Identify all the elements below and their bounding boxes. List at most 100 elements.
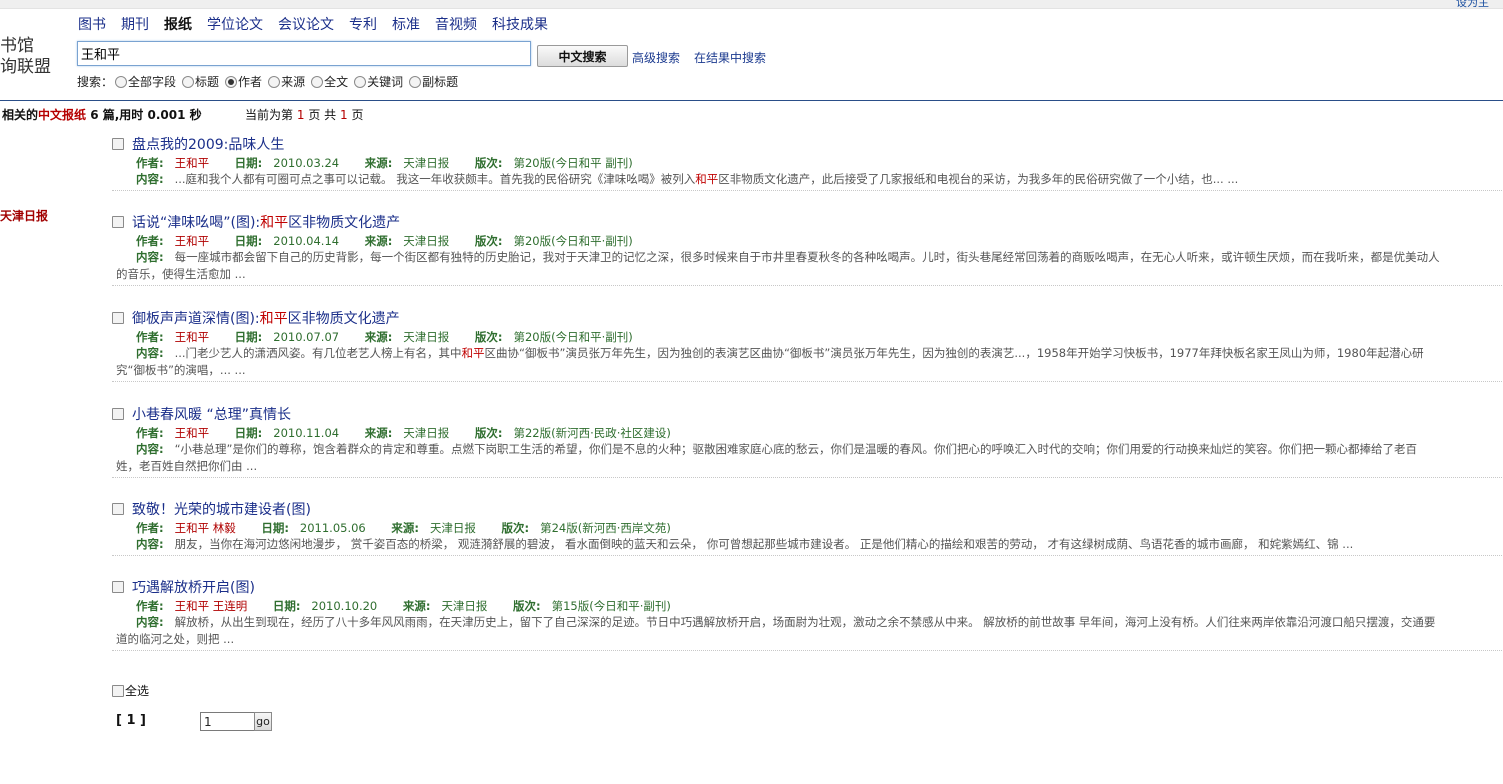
source-label: 来源: (402, 599, 431, 613)
nav-item[interactable]: 科技成果 (492, 14, 548, 34)
result-title-link[interactable]: 盘点我的2009:品味人生 (132, 134, 284, 154)
nav-item[interactable]: 标准 (392, 14, 420, 34)
result-authors[interactable]: 王和平 王连明 (175, 599, 248, 613)
nav-item[interactable]: 音视频 (435, 14, 477, 34)
result-meta: 作者: 王和平 王连明 日期: 2010.10.20 来源: 天津日报 版次: … (136, 599, 1502, 614)
search-field-option-label: 全部字段 (128, 75, 177, 89)
result-title-link[interactable]: 巧遇解放桥开启(图) (132, 577, 255, 597)
search-field-option[interactable]: 全部字段 (115, 73, 176, 90)
result-authors[interactable]: 王和平 林毅 (175, 521, 236, 535)
author-label: 作者: (136, 599, 164, 613)
nav-item[interactable]: 学位论文 (207, 14, 263, 34)
content-label: 内容: (136, 615, 164, 629)
radio-button[interactable] (225, 75, 238, 88)
search-field-option[interactable]: 关键词 (354, 73, 403, 90)
advanced-search-link[interactable]: 高级搜索 (632, 49, 680, 66)
select-all-label: 全选 (125, 684, 150, 698)
radio-button[interactable] (115, 75, 128, 88)
facet-source-tianjin-daily[interactable]: 天津日报 (0, 207, 48, 224)
result-snippet-continued: 姓，老百姓自然把你们由 ... (116, 459, 258, 473)
result-snippet-continued: 究“御板书”的演唱，... ... (116, 363, 246, 377)
radio-button[interactable] (182, 75, 195, 88)
result-edition: 第22版(新河西·民政·社区建设) (513, 426, 671, 440)
nav-item[interactable]: 专利 (349, 14, 377, 34)
page-number-value: 1 (204, 714, 212, 729)
result-date: 2011.05.06 (299, 521, 366, 535)
author-label: 作者: (136, 521, 164, 535)
result-meta: 作者: 王和平 日期: 2010.07.07 来源: 天津日报 版次: 第20版… (136, 330, 1502, 345)
nav-item[interactable]: 报纸 (164, 14, 192, 34)
search-field-option[interactable]: 作者 (225, 73, 262, 90)
result-title-row: 小巷春风暖 “总理”真情长 (112, 405, 1502, 423)
search-field-option-label: 标题 (195, 75, 220, 89)
result-source[interactable]: 天津日报 (430, 521, 476, 535)
chinese-search-button[interactable]: 中文搜索 (537, 45, 628, 67)
radio-button[interactable] (311, 75, 324, 88)
result-checkbox[interactable] (112, 138, 124, 150)
result-authors[interactable]: 王和平 (175, 234, 210, 248)
result-separator (112, 285, 1502, 286)
go-button[interactable]: go (254, 712, 272, 731)
result-checkbox[interactable] (112, 216, 124, 228)
result-snippet-continued: 的音乐，使得生活愈加 ... (116, 267, 246, 281)
result-snippet: “小巷总理”是你们的尊称，饱含着群众的肯定和尊重。点燃下岗职工生活的希望，你们是… (174, 442, 1417, 456)
result-title-row: 盘点我的2009:品味人生 (112, 135, 1502, 153)
result-authors[interactable]: 王和平 (175, 156, 210, 170)
result-date: 2010.11.04 (273, 426, 340, 440)
library-logo: 书馆 询联盟 (0, 36, 51, 78)
result-title-link[interactable]: 致敬！光荣的城市建设者(图) (132, 499, 311, 519)
result-source[interactable]: 天津日报 (441, 599, 487, 613)
result-title-link[interactable]: 御板声声道深情(图):和平区非物质文化遗产 (132, 308, 400, 328)
search-within-results-link[interactable]: 在结果中搜索 (694, 49, 766, 66)
edition-label: 版次: (474, 156, 503, 170)
select-all[interactable]: 全选 (112, 682, 149, 699)
result-checkbox[interactable] (112, 312, 124, 324)
radio-button[interactable] (354, 75, 367, 88)
result-source[interactable]: 天津日报 (403, 426, 449, 440)
nav-item[interactable]: 图书 (78, 14, 106, 34)
category-nav: 图书 期刊 报纸 学位论文 会议论文 专利 标准 音视频 科技成果 (78, 14, 563, 34)
set-homepage-link[interactable]: 设为主 (1456, 0, 1489, 10)
radio-button[interactable] (409, 75, 422, 88)
result-title-row: 致敬！光荣的城市建设者(图) (112, 500, 1502, 518)
current-page: 1 (296, 108, 305, 122)
radio-button[interactable] (268, 75, 281, 88)
result-authors[interactable]: 王和平 (175, 330, 210, 344)
date-label: 日期: (234, 330, 263, 344)
result-title-row: 御板声声道深情(图):和平区非物质文化遗产 (112, 309, 1502, 327)
search-field-option[interactable]: 全文 (311, 73, 348, 90)
search-field-option[interactable]: 来源 (268, 73, 305, 90)
result-checkbox[interactable] (112, 408, 124, 420)
result-authors[interactable]: 王和平 (175, 426, 210, 440)
logo-line-2: 询联盟 (0, 57, 51, 77)
result-source[interactable]: 天津日报 (403, 234, 449, 248)
result-checkbox[interactable] (112, 581, 124, 593)
page-number-input[interactable]: 1 (200, 712, 257, 731)
result-item: 御板声声道深情(图):和平区非物质文化遗产作者: 王和平 日期: 2010.07… (112, 309, 1502, 382)
stats-count: 6 篇,用时 0.001 秒 (90, 108, 202, 122)
search-field-option[interactable]: 副标题 (409, 73, 458, 90)
search-input[interactable]: 王和平 (77, 41, 531, 66)
result-meta: 作者: 王和平 日期: 2010.11.04 来源: 天津日报 版次: 第22版… (136, 426, 1502, 441)
source-label: 来源: (364, 156, 393, 170)
edition-label: 版次: (513, 599, 541, 613)
search-field-option[interactable]: 标题 (182, 73, 219, 90)
result-source[interactable]: 天津日报 (403, 330, 449, 344)
search-field-option-label: 全文 (324, 75, 349, 89)
result-checkbox[interactable] (112, 503, 124, 515)
result-content: 内容: ...庭和我个人都有可圈可点之事可以记载。 我这一年收获颇丰。首先我的民… (136, 171, 1502, 188)
result-content: 内容: 解放桥，从出生到现在，经历了八十多年风风雨雨，在天津历史上，留下了自己深… (136, 614, 1502, 631)
edition-label: 版次: (501, 521, 530, 535)
nav-item[interactable]: 会议论文 (278, 14, 334, 34)
author-label: 作者: (136, 156, 164, 170)
pager[interactable]: [ 1 ] (116, 713, 146, 728)
select-all-checkbox[interactable] (112, 684, 124, 697)
result-title-link[interactable]: 小巷春风暖 “总理”真情长 (132, 404, 291, 424)
nav-item[interactable]: 期刊 (121, 14, 149, 34)
result-source[interactable]: 天津日报 (403, 156, 449, 170)
result-edition: 第24版(新河西·西岸文苑) (540, 521, 671, 535)
result-title-link[interactable]: 话说“津味吆喝”(图):和平区非物质文化遗产 (132, 212, 400, 232)
stats-prefix: 相关的 (2, 108, 39, 122)
source-label: 来源: (391, 521, 419, 535)
result-item: 致敬！光荣的城市建设者(图) 作者: 王和平 林毅 日期: 2011.05.06 … (112, 500, 1502, 556)
